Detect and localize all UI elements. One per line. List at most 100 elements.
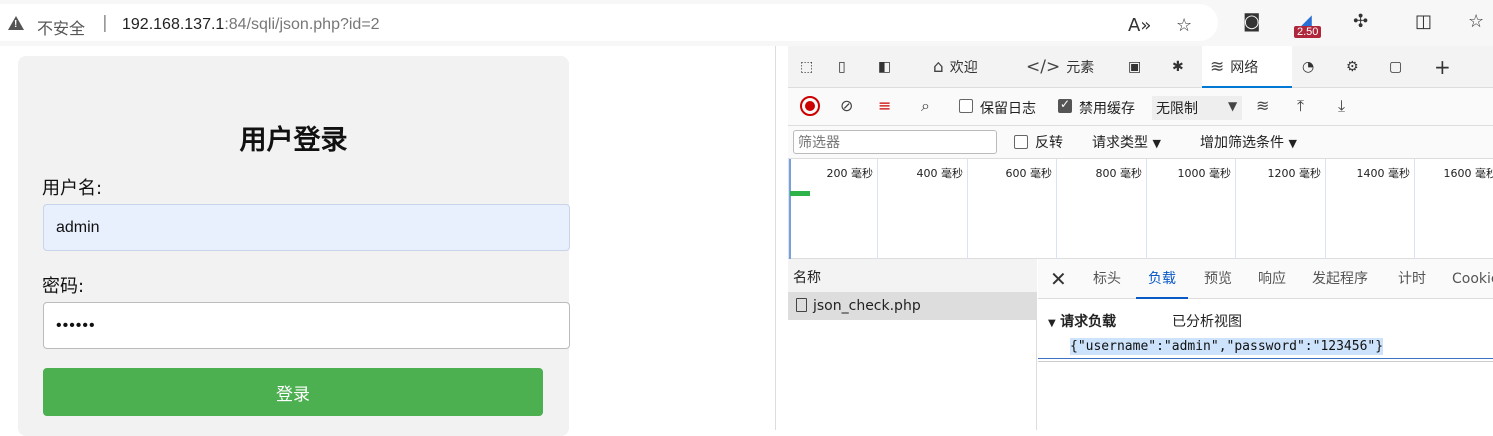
page-title: 用户登录 — [18, 118, 569, 157]
tick-label: 200 毫秒 — [827, 165, 874, 181]
parsed-view-toggle[interactable]: 已分析视图 — [1172, 311, 1242, 331]
devtools-panel: ⬚ ▯ ◧ ⌂ 欢迎 </>元素 ▣ ✱ ≋ 网络 ◔ ⚙ ▢ + ⊘ ≡ ⌕ 保留… — [788, 46, 1493, 430]
console-icon[interactable]: ▣ — [1128, 46, 1141, 88]
payload-section-header[interactable]: ▼ 请求负载 — [1048, 311, 1116, 331]
read-aloud-icon[interactable]: A» — [1128, 15, 1151, 36]
timeline-tick: 1400 毫秒 — [1325, 159, 1414, 259]
tab-payload[interactable]: 负载 — [1136, 259, 1188, 299]
tick-label: 800 毫秒 — [1096, 165, 1143, 181]
filter-toggle-icon[interactable]: ≡ — [878, 96, 891, 115]
filter-input[interactable] — [793, 130, 997, 154]
add-filter-label: 增加筛选条件 — [1200, 135, 1284, 151]
timeline-tick: 400 毫秒 — [877, 159, 967, 259]
device-emulation-icon[interactable]: ▯ — [838, 46, 846, 88]
invert-label: 反转 — [1035, 132, 1063, 152]
url-path: :84/sqli/json.php?id=2 — [224, 16, 379, 33]
security-status[interactable]: 不安全 — [37, 15, 85, 39]
preserve-log-label: 保留日志 — [980, 98, 1036, 118]
web-page: 用户登录 用户名: 密码: 登录 — [0, 46, 776, 430]
url-text[interactable]: 192.168.137.1:84/sqli/json.php?id=2 — [122, 16, 380, 34]
username-label: 用户名: — [42, 174, 102, 200]
name-column-header[interactable]: 名称 — [788, 259, 1037, 293]
password-label: 密码: — [42, 272, 84, 298]
tab-timing[interactable]: 计时 — [1398, 259, 1426, 299]
tab-initiator[interactable]: 发起程序 — [1312, 259, 1368, 299]
throttle-dropdown-icon[interactable]: ▼ — [1228, 99, 1237, 113]
url-separator: | — [102, 13, 108, 33]
tick-label: 1000 毫秒 — [1178, 165, 1232, 181]
payload-body[interactable]: {"username":"admin","password":"123456"} — [1038, 336, 1493, 362]
tab-response[interactable]: 响应 — [1258, 259, 1286, 299]
performance-icon[interactable]: ◔ — [1302, 46, 1314, 88]
chevron-down-icon: ▼ — [1152, 137, 1160, 150]
timeline-tick: 1000 毫秒 — [1146, 159, 1235, 259]
request-detail: ✕ 标头 负载 预览 响应 发起程序 计时 Cookie ▼ 请求负载 已分析视… — [1038, 259, 1493, 430]
add-tab-icon[interactable]: + — [1434, 46, 1451, 88]
disable-cache-checkbox[interactable] — [1058, 99, 1072, 113]
login-card: 用户登录 用户名: 密码: 登录 — [18, 56, 569, 436]
extension-icon[interactable]: ◙ — [1243, 11, 1260, 32]
timeline-tick: 1200 毫秒 — [1235, 159, 1325, 259]
tick-label: 1200 毫秒 — [1268, 165, 1322, 181]
tab-elements[interactable]: </>元素 — [1026, 46, 1094, 88]
invert-checkbox[interactable] — [1014, 135, 1028, 149]
application-icon[interactable]: ▢ — [1389, 46, 1402, 88]
favorites-icon[interactable]: ☆ — [1468, 11, 1484, 32]
inspect-icon[interactable]: ⬚ — [800, 46, 813, 88]
browser-address-bar: 不安全 | 192.168.137.1:84/sqli/json.php?id=… — [0, 0, 1493, 46]
export-icon[interactable]: ⤓ — [1338, 96, 1345, 116]
preserve-log-checkbox[interactable] — [959, 99, 973, 113]
url-host: 192.168.137.1 — [122, 16, 224, 33]
username-input[interactable] — [43, 204, 570, 251]
request-name: json_check.php — [813, 298, 921, 314]
throttle-value: 无限制 — [1156, 101, 1198, 117]
tab-cookies[interactable]: Cookie — [1452, 259, 1493, 299]
chevron-down-icon: ▼ — [1288, 137, 1296, 150]
login-button[interactable]: 登录 — [43, 368, 543, 416]
request-type-dropdown[interactable]: 请求类型 ▼ — [1092, 132, 1161, 152]
record-icon[interactable] — [800, 96, 820, 116]
tab-welcome[interactable]: ⌂ 欢迎 — [933, 46, 978, 88]
request-row[interactable]: json_check.php — [788, 293, 1037, 320]
close-icon[interactable]: ✕ — [1050, 267, 1067, 291]
clear-icon[interactable]: ⊘ — [840, 96, 853, 115]
code-icon: </> — [1026, 57, 1060, 77]
selection-underline — [1038, 358, 1493, 359]
payload-header-label: 请求负载 — [1060, 314, 1116, 330]
add-filter-dropdown[interactable]: 增加筛选条件 ▼ — [1200, 132, 1297, 152]
import-icon[interactable]: ⤒ — [1297, 96, 1304, 116]
tick-label: 1400 毫秒 — [1357, 165, 1411, 181]
bug-icon[interactable]: ✱ — [1172, 46, 1184, 88]
timeline-tick: 200 毫秒 — [788, 159, 877, 259]
password-input[interactable] — [43, 302, 570, 349]
wifi-icon: ≋ — [1210, 57, 1224, 77]
filter-bar: 反转 请求类型 ▼ 增加筛选条件 ▼ — [788, 126, 1493, 159]
triangle-down-icon: ▼ — [1048, 318, 1056, 329]
document-icon — [796, 298, 807, 312]
request-list: 名称 json_check.php — [788, 259, 1037, 430]
tab-headers[interactable]: 标头 — [1093, 259, 1121, 299]
tab-network[interactable]: ≋ 网络 — [1202, 46, 1292, 88]
settings-gear-icon[interactable]: ⚙ — [1346, 46, 1359, 88]
network-toolbar: ⊘ ≡ ⌕ 保留日志 禁用缓存 无限制 ▼ ≋ ⤒ ⤓ — [788, 88, 1493, 126]
favorite-star-icon[interactable]: ☆ — [1176, 15, 1192, 36]
split-screen-icon[interactable]: ◫ — [1415, 11, 1432, 32]
network-conditions-icon[interactable]: ≋ — [1256, 96, 1269, 115]
warning-icon — [8, 16, 24, 30]
extension-badge: 2.50 — [1294, 26, 1321, 38]
tab-network-label: 网络 — [1230, 60, 1258, 76]
extensions-puzzle-icon[interactable]: ✣ — [1353, 11, 1368, 32]
timeline-tick: 800 毫秒 — [1056, 159, 1146, 259]
tab-welcome-label: 欢迎 — [950, 60, 978, 76]
timeline-tick: 600 毫秒 — [967, 159, 1056, 259]
timeline-tick: 1600 毫秒 — [1414, 159, 1493, 259]
detail-tabbar: ✕ 标头 负载 预览 响应 发起程序 计时 Cookie — [1038, 259, 1493, 299]
payload-text: {"username":"admin","password":"123456"} — [1070, 338, 1383, 355]
dock-icon[interactable]: ◧ — [878, 46, 891, 88]
network-timeline[interactable]: 200 毫秒 400 毫秒 600 毫秒 800 毫秒 1000 毫秒 1200… — [788, 159, 1493, 259]
tick-label: 400 毫秒 — [917, 165, 964, 181]
home-icon: ⌂ — [933, 57, 944, 77]
search-icon[interactable]: ⌕ — [921, 96, 930, 116]
url-field[interactable]: 不安全 | 192.168.137.1:84/sqli/json.php?id=… — [0, 4, 1218, 41]
tab-preview[interactable]: 预览 — [1204, 259, 1232, 299]
